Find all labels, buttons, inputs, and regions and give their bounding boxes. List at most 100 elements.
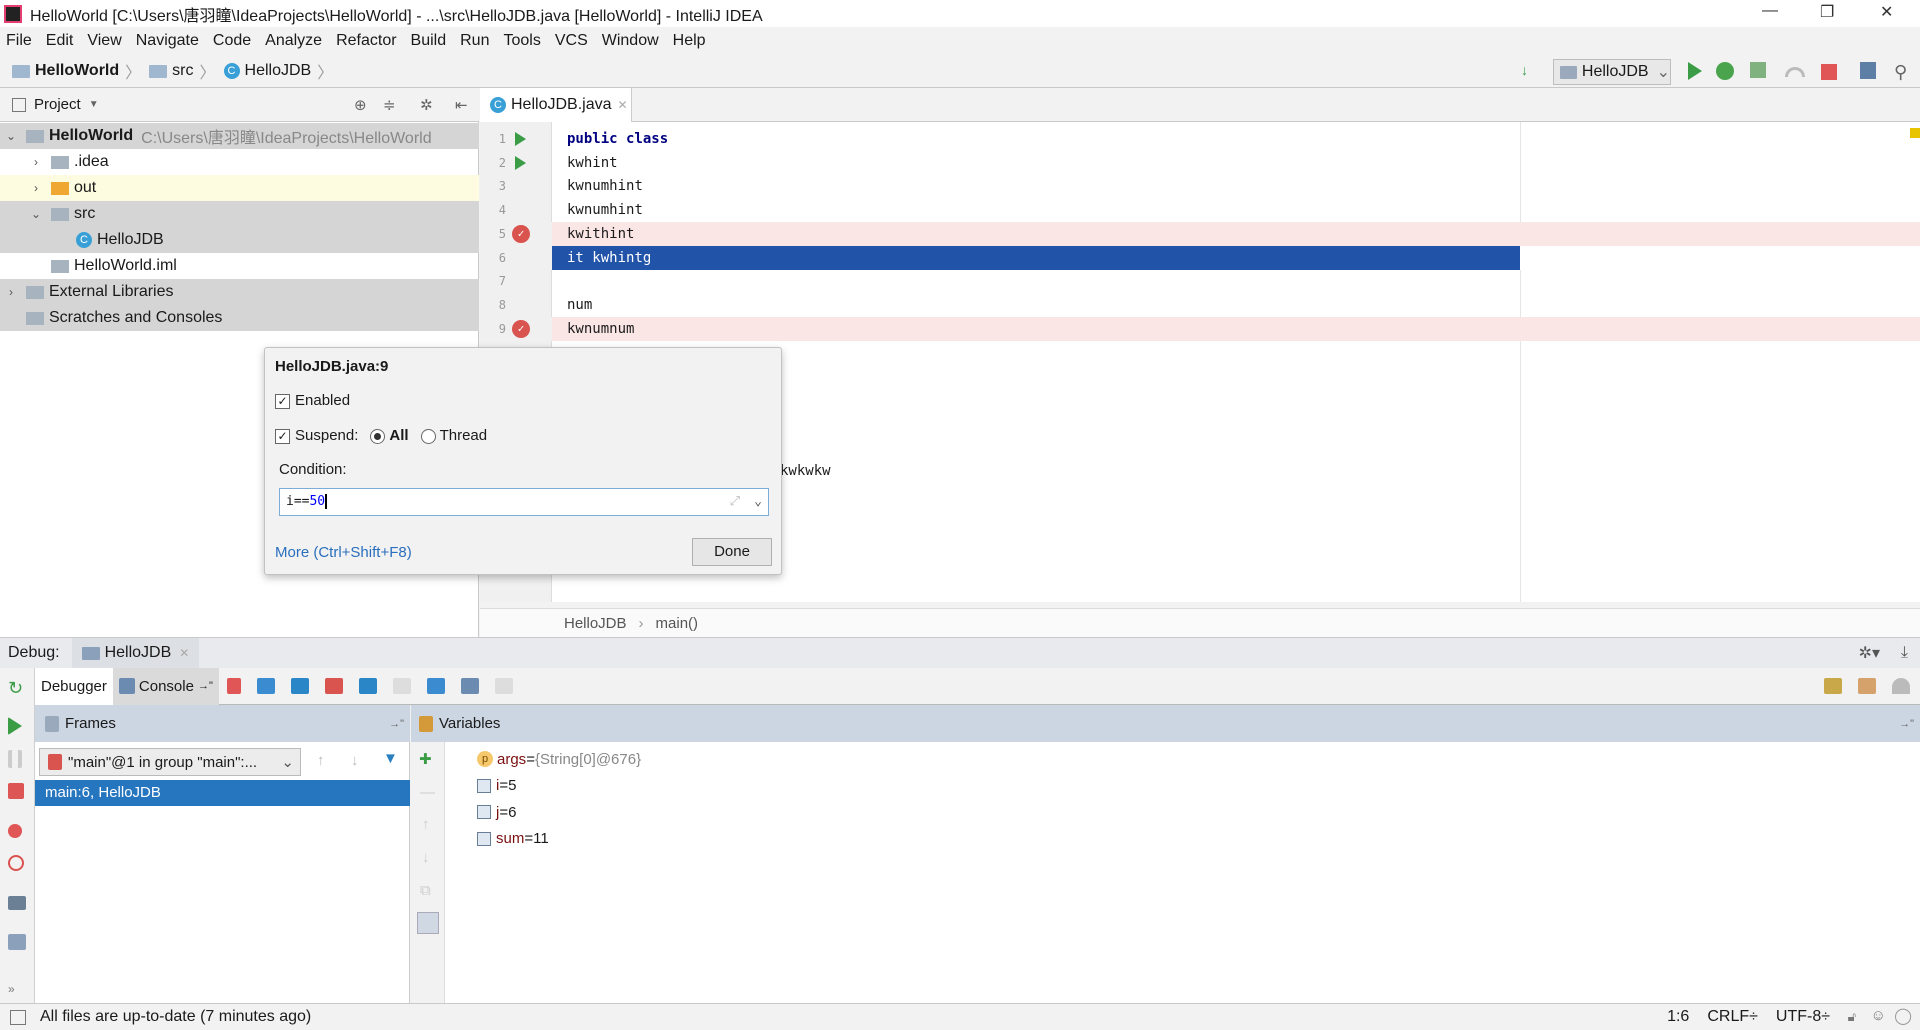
tree-item[interactable]: › External Libraries [0, 279, 479, 305]
run-to-cursor-icon[interactable] [426, 678, 445, 694]
suspend-checkbox[interactable]: ✓ Suspend: [275, 427, 358, 444]
code-line[interactable]: 7 [480, 269, 1920, 293]
menu-navigate[interactable]: Navigate [136, 32, 199, 50]
build-icon[interactable]: ↓ [1521, 62, 1541, 82]
code-line[interactable]: 6 it kwhintg [480, 245, 1920, 270]
step-over-icon[interactable] [256, 678, 275, 694]
minimize-button[interactable]: — [1762, 2, 1778, 20]
layout-icon[interactable] [8, 934, 26, 950]
debug-session-tab[interactable]: HelloJDB ✕ [71, 637, 200, 669]
code-line[interactable]: 4 kwnumhint [480, 198, 1920, 222]
variable-item[interactable]: j = 6 [477, 799, 516, 825]
run-with-coverage-icon[interactable] [1750, 62, 1766, 78]
tab-debugger[interactable]: Debugger [35, 667, 113, 705]
menu-window[interactable]: Window [602, 32, 659, 50]
suspend-thread-radio[interactable]: Thread [420, 427, 487, 444]
camera-icon[interactable] [8, 896, 26, 910]
tool-windows-icon[interactable] [10, 1010, 26, 1025]
drop-frame-icon[interactable] [392, 678, 411, 694]
variable-item[interactable]: p args = {String[0]@676} [477, 746, 641, 772]
search-icon[interactable]: ⚲ [1894, 62, 1914, 82]
hide-icon[interactable]: ⤓ [1901, 644, 1908, 662]
breadcrumb-project[interactable]: HelloWorld 〉 [12, 59, 141, 83]
pin-icon[interactable]: →" [389, 718, 404, 730]
tree-item[interactable]: Scratches and Consoles [0, 305, 479, 331]
locate-icon[interactable]: ⊕ [354, 96, 367, 114]
overhead-icon[interactable] [1892, 678, 1910, 694]
previous-frame-icon[interactable]: ↑ [317, 752, 325, 769]
memory-icon[interactable] [1858, 678, 1876, 694]
show-execution-point-icon[interactable] [226, 678, 241, 694]
resume-icon[interactable] [8, 717, 22, 735]
step-into-icon[interactable] [290, 678, 309, 694]
expand-arrow-icon[interactable]: › [29, 181, 43, 195]
gear-icon[interactable]: ✲ [420, 96, 433, 114]
view-breakpoints-icon[interactable] [8, 824, 22, 838]
pause-icon[interactable] [8, 750, 22, 768]
code-line[interactable]: 3 kwnumhint [480, 174, 1920, 198]
radio-icon[interactable] [370, 428, 386, 444]
expand-arrow-icon[interactable]: › [29, 155, 43, 169]
code-line[interactable]: 8 num [480, 293, 1920, 317]
tab-hellojdb-java[interactable]: C HelloJDB.java ✕ [480, 88, 632, 122]
debug-icon[interactable] [1716, 62, 1734, 80]
restore-button[interactable]: ❐ [1820, 2, 1834, 22]
next-frame-icon[interactable]: ↓ [351, 752, 359, 769]
menu-code[interactable]: Code [213, 32, 251, 50]
done-button[interactable]: Done [692, 538, 772, 566]
condition-input[interactable]: i==50 ⤢ ⌄ [279, 488, 769, 516]
threads-icon[interactable] [1824, 678, 1842, 694]
thread-selector[interactable]: "main"@1 in group "main":... ⌄ [39, 748, 301, 776]
rerun-icon[interactable]: ↻ [8, 678, 26, 698]
breadcrumb-class[interactable]: C HelloJDB 〉 [223, 59, 333, 83]
tree-item[interactable]: C HelloJDB [0, 227, 479, 253]
pin-icon[interactable]: →" [198, 680, 213, 692]
menu-tools[interactable]: Tools [503, 32, 540, 50]
run-gutter-icon[interactable] [515, 155, 526, 170]
tree-item[interactable]: HelloWorld.iml [0, 253, 479, 279]
breadcrumb-src[interactable]: src 〉 [149, 59, 216, 83]
show-watches-icon[interactable] [417, 912, 439, 934]
checkbox-icon[interactable]: ✓ [275, 428, 290, 444]
lock-icon[interactable]: 🔓︎ [1848, 1009, 1856, 1025]
tree-item[interactable]: ⌄ HelloWorld C:\Users\唐羽瞳\IdeaProjects\Hel… [0, 123, 479, 149]
history-dropdown-icon[interactable]: ⌄ [754, 489, 762, 515]
tree-item[interactable]: › .idea [0, 149, 479, 175]
mute-breakpoints-icon[interactable] [8, 855, 24, 871]
run-gutter-icon[interactable] [515, 132, 526, 146]
stop-icon[interactable] [8, 783, 24, 799]
menu-build[interactable]: Build [411, 32, 447, 50]
gear-icon[interactable]: ✲▾ [1859, 643, 1880, 663]
dropdown-arrow-icon[interactable]: ▼ [89, 99, 99, 110]
code-line[interactable]: 9 ✓ kwnumnum [480, 316, 1920, 341]
caret-position[interactable]: 1:6 [1667, 1008, 1689, 1026]
menu-vcs[interactable]: VCS [555, 32, 588, 50]
collapse-all-icon[interactable]: ≑ [383, 96, 396, 114]
code-line[interactable]: 2 kwhint [480, 151, 1920, 175]
variable-item[interactable]: i = 5 [477, 773, 516, 799]
menu-view[interactable]: View [87, 32, 121, 50]
project-view-selector[interactable]: Project [34, 96, 81, 113]
frame-item[interactable]: main:6, HelloJDB [35, 780, 410, 806]
enabled-checkbox[interactable]: ✓ Enabled [275, 392, 350, 409]
pin-icon[interactable]: →" [1899, 718, 1914, 730]
close-tab-icon[interactable]: ✕ [617, 98, 627, 112]
trace-icon[interactable] [494, 678, 513, 694]
menu-refactor[interactable]: Refactor [336, 32, 396, 50]
code-line[interactable]: 5 ✓ kwithint [480, 221, 1920, 246]
more-icon[interactable]: » [8, 982, 26, 1000]
crumb-method[interactable]: main() [656, 615, 699, 632]
menu-file[interactable]: File [6, 32, 32, 50]
suspend-all-radio[interactable]: All [370, 427, 409, 444]
checkbox-icon[interactable]: ✓ [275, 393, 290, 409]
remove-watch-icon[interactable]: — [420, 784, 435, 801]
variable-item[interactable]: sum = 11 [477, 826, 549, 852]
expand-icon[interactable]: ⤢ [730, 489, 740, 515]
copy-icon[interactable]: ⧉ [420, 882, 431, 899]
tree-item[interactable]: › out [0, 175, 479, 201]
move-up-icon[interactable]: ↑ [422, 816, 430, 833]
radio-icon[interactable] [420, 428, 436, 444]
close-tab-icon[interactable]: ✕ [179, 646, 189, 660]
file-encoding[interactable]: UTF-8÷ [1776, 1008, 1830, 1026]
filter-icon[interactable]: ▼ [383, 750, 398, 767]
